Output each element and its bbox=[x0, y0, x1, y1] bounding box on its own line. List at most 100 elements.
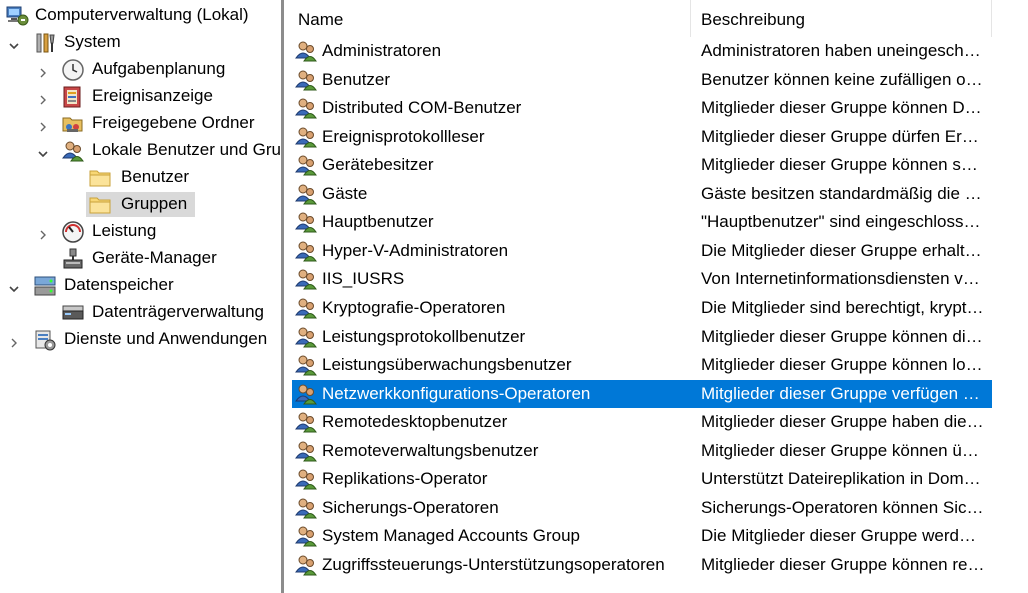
group-icon bbox=[294, 210, 318, 234]
tree-item-storage[interactable]: Datenspeicher bbox=[0, 272, 280, 299]
tree-item-shared-folders[interactable]: Freigegebene Ordner bbox=[0, 110, 280, 137]
group-name: Leistungsüberwachungsbenutzer bbox=[322, 355, 572, 375]
tree-item-label: Lokale Benutzer und Gruppen bbox=[92, 140, 280, 159]
group-row[interactable]: Replikations-Operator Unterstützt Dateire… bbox=[292, 465, 992, 493]
tree-item-performance[interactable]: Leistung bbox=[0, 218, 280, 245]
disk-management-icon bbox=[61, 301, 85, 325]
group-icon bbox=[294, 382, 318, 406]
group-name: IIS_IUSRS bbox=[322, 269, 405, 289]
group-description: Mitglieder dieser Gruppe können systemwe… bbox=[701, 155, 985, 175]
group-description: Unterstützt Dateireplikation in Domänen bbox=[701, 469, 985, 489]
tree-item-label: Dienste und Anwendungen bbox=[64, 329, 268, 348]
tree-item-disk-management[interactable]: Datenträgerverwaltung bbox=[0, 299, 280, 326]
group-icon bbox=[294, 125, 318, 149]
chevron-right-icon[interactable] bbox=[8, 334, 20, 348]
group-row[interactable]: Benutzer Benutzer können keine zufälligen… bbox=[292, 66, 992, 94]
storage-icon bbox=[33, 274, 57, 298]
chevron-right-icon[interactable] bbox=[37, 118, 49, 132]
users-icon bbox=[61, 139, 85, 163]
tree-item-local-users-and-groups[interactable]: Lokale Benutzer und Gruppen bbox=[0, 137, 280, 164]
group-icon bbox=[294, 96, 318, 120]
group-row[interactable]: Ereignisprotokollleser Mitglieder dieser … bbox=[292, 123, 992, 151]
chevron-down-icon[interactable] bbox=[37, 145, 49, 158]
tree-item-users-folder[interactable]: Benutzer bbox=[0, 164, 280, 191]
tree-item-label: Geräte-Manager bbox=[92, 248, 217, 267]
chevron-right-icon[interactable] bbox=[37, 91, 49, 105]
tree-item-system[interactable]: System bbox=[0, 29, 280, 56]
group-row[interactable]: Netzwerkkonfigurations-Operatoren Mitglie… bbox=[292, 379, 992, 408]
tree-item-device-manager[interactable]: Geräte-Manager bbox=[0, 245, 280, 272]
group-row[interactable]: Hauptbenutzer "Hauptbenutzer" sind einges… bbox=[292, 208, 992, 236]
group-row[interactable]: Sicherungs-Operatoren Sicherungs-Operator… bbox=[292, 494, 992, 522]
group-icon bbox=[294, 39, 318, 63]
folder-icon bbox=[88, 166, 112, 190]
group-icon bbox=[294, 239, 318, 263]
tools-icon bbox=[33, 31, 57, 55]
column-header-name[interactable]: Name bbox=[298, 10, 343, 30]
column-header-description[interactable]: Beschreibung bbox=[701, 10, 805, 30]
group-row[interactable]: Gäste Gäste besitzen standardmäßig die gl… bbox=[292, 180, 992, 208]
groups-list[interactable]: Name Beschreibung Administratoren Adminis… bbox=[284, 0, 1028, 593]
group-name: Gäste bbox=[322, 183, 368, 203]
tree-item-label: Ereignisanzeige bbox=[92, 86, 213, 105]
group-icon bbox=[294, 496, 318, 520]
group-icon bbox=[294, 325, 318, 349]
group-row[interactable]: Leistungsüberwachungsbenutzer Mitglieder … bbox=[292, 351, 992, 379]
group-name: Kryptografie-Operatoren bbox=[322, 297, 506, 317]
group-description: Mitglieder dieser Gruppe haben die Berec… bbox=[701, 412, 985, 432]
group-row[interactable]: Remoteverwaltungsbenutzer Mitglieder dies… bbox=[292, 437, 992, 465]
group-name: Replikations-Operator bbox=[322, 469, 488, 489]
tree-item-event-viewer[interactable]: Ereignisanzeige bbox=[0, 83, 280, 110]
group-icon bbox=[294, 296, 318, 320]
services-icon bbox=[33, 328, 57, 352]
tree-item-task-scheduler[interactable]: Aufgabenplanung bbox=[0, 56, 280, 83]
tree-item-groups-folder[interactable]: Gruppen bbox=[0, 191, 280, 218]
group-row[interactable]: Distributed COM-Benutzer Mitglieder diese… bbox=[292, 94, 992, 122]
group-description: "Hauptbenutzer" sind eingeschlossen aus … bbox=[701, 212, 985, 232]
column-separator[interactable] bbox=[991, 0, 992, 37]
group-name: Administratoren bbox=[322, 41, 442, 60]
group-name: Hauptbenutzer bbox=[322, 212, 434, 232]
group-description: Die Mitglieder dieser Gruppe werden vom … bbox=[701, 526, 985, 546]
column-separator[interactable] bbox=[690, 0, 691, 37]
group-icon bbox=[294, 267, 318, 291]
tree-item-label: Gruppen bbox=[121, 194, 188, 213]
device-manager-icon bbox=[61, 247, 85, 271]
chevron-right-icon[interactable] bbox=[37, 226, 49, 240]
group-name: Leistungsprotokollbenutzer bbox=[322, 326, 526, 346]
group-description: Sicherungs-Operatoren können Sicherheits… bbox=[701, 497, 985, 517]
group-description: Mitglieder dieser Gruppe können über Ver… bbox=[701, 440, 985, 460]
tree-item-services-and-applications[interactable]: Dienste und Anwendungen bbox=[0, 326, 280, 353]
group-name: Remoteverwaltungsbenutzer bbox=[322, 440, 539, 460]
group-row[interactable]: IIS_IUSRS Von Internetinformationsdienste… bbox=[292, 265, 992, 293]
group-icon bbox=[294, 68, 318, 92]
performance-icon bbox=[61, 220, 85, 244]
group-icon bbox=[294, 410, 318, 434]
group-row[interactable]: Hyper-V-Administratoren Die Mitglieder di… bbox=[292, 237, 992, 265]
group-description: Benutzer können keine zufälligen oder be… bbox=[701, 69, 985, 89]
group-description: Von Internetinformationsdiensten verwend… bbox=[701, 269, 985, 289]
chevron-down-icon[interactable] bbox=[8, 37, 20, 50]
group-name: Hyper-V-Administratoren bbox=[322, 240, 509, 260]
chevron-down-icon[interactable] bbox=[8, 280, 20, 293]
group-row[interactable]: Leistungsprotokollbenutzer Mitglieder die… bbox=[292, 323, 992, 351]
tree-root-computer-management[interactable]: Computerverwaltung (Lokal) bbox=[0, 2, 280, 29]
folder-icon bbox=[88, 193, 112, 217]
group-description: Mitglieder dieser Gruppe können lokal un… bbox=[701, 355, 985, 375]
console-tree[interactable]: Computerverwaltung (Lokal) System Aufgab… bbox=[0, 0, 280, 593]
tree-item-label: System bbox=[64, 32, 121, 51]
group-row[interactable]: Gerätebesitzer Mitglieder dieser Gruppe k… bbox=[292, 151, 992, 179]
tree-item-label: Freigegebene Ordner bbox=[92, 113, 255, 132]
group-name: Zugriffssteuerungs-Unterstützungsoperato… bbox=[322, 554, 665, 574]
list-header: Name Beschreibung bbox=[284, 0, 1028, 37]
group-description: Mitglieder dieser Gruppe können DCOM-Obj… bbox=[701, 98, 985, 118]
group-icon bbox=[294, 439, 318, 463]
group-row[interactable]: Kryptografie-Operatoren Die Mitglieder si… bbox=[292, 294, 992, 322]
group-row[interactable]: System Managed Accounts Group Die Mitglie… bbox=[292, 522, 992, 550]
group-row[interactable]: Administratoren Administratoren haben une… bbox=[292, 37, 992, 65]
tree-item-label: Leistung bbox=[92, 221, 157, 240]
group-icon bbox=[294, 182, 318, 206]
chevron-right-icon[interactable] bbox=[37, 64, 49, 78]
group-row[interactable]: Zugriffssteuerungs-Unterstützungsoperato… bbox=[292, 551, 992, 579]
group-row[interactable]: Remotedesktopbenutzer Mitglieder dieser G… bbox=[292, 408, 992, 436]
